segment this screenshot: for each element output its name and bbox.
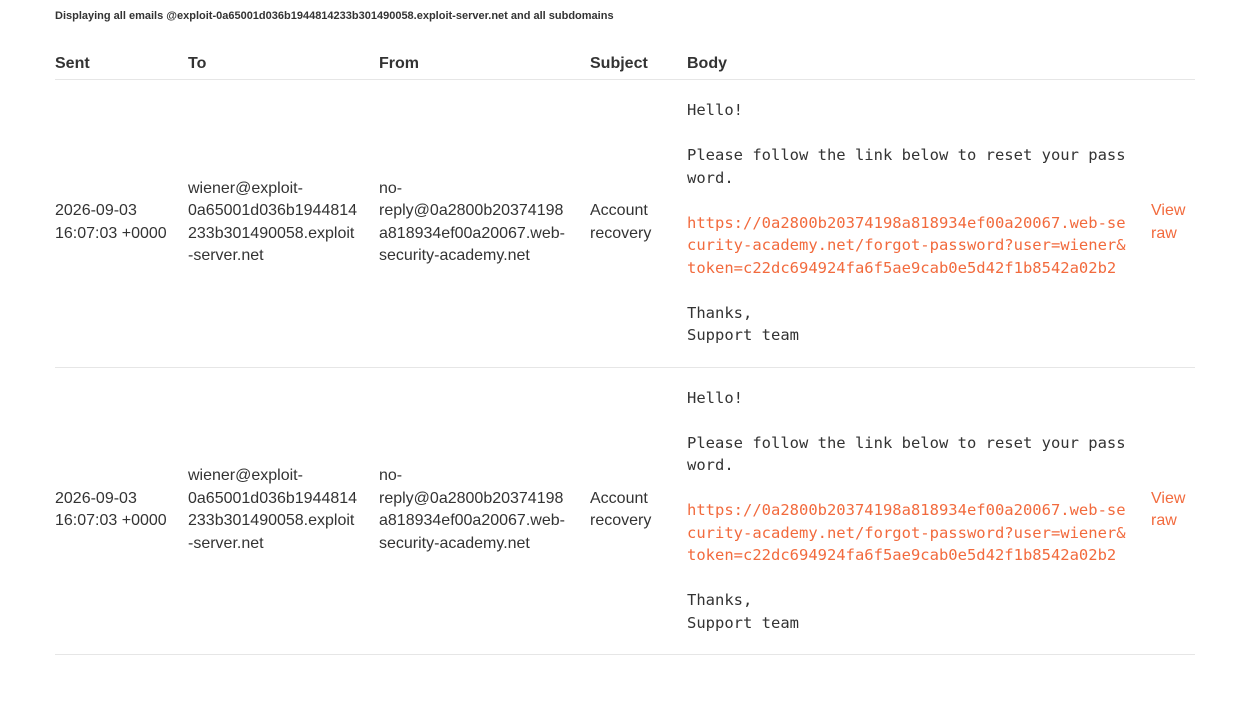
email-body-signoff: Thanks, <box>687 591 753 609</box>
email-body-signoff: Thanks, <box>687 303 753 322</box>
email-subject: Account recovery <box>590 79 687 368</box>
email-subject: Account recovery <box>590 367 687 655</box>
email-sent-time: 2026-09-03 16:07:03 +0000 <box>55 367 188 655</box>
email-body-greeting: Hello! <box>687 101 743 119</box>
email-body-instruction: Please follow the link below to reset yo… <box>687 433 1126 475</box>
column-header-sent: Sent <box>55 46 188 80</box>
email-filter-banner: Displaying all emails @exploit-0a65001d0… <box>55 10 614 22</box>
email-body: Hello! Please follow the link below to r… <box>687 79 1151 368</box>
emails-table: Sent To From Subject Body 2026-09-03 16:… <box>55 46 1195 655</box>
column-header-body: Body <box>687 46 1151 80</box>
view-raw-link[interactable]: View raw <box>1151 490 1185 530</box>
table-row: 2026-09-03 16:07:03 +0000 wiener@exploit… <box>55 79 1195 368</box>
email-sender: no-reply@0a2800b20374198a818934ef00a2006… <box>379 79 590 368</box>
email-actions: View raw <box>1151 79 1195 368</box>
column-header-subject: Subject <box>590 46 687 80</box>
email-sender: no-reply@0a2800b20374198a818934ef00a2006… <box>379 367 590 655</box>
email-recipient: wiener@exploit-0a65001d036b1944814233b30… <box>188 367 379 655</box>
table-header-row: Sent To From Subject Body <box>55 46 1195 80</box>
email-body-instruction: Please follow the link below to reset yo… <box>687 146 1126 187</box>
password-reset-link[interactable]: https://0a2800b20374198a818934ef00a20067… <box>687 501 1126 564</box>
table-row: 2026-09-03 16:07:03 +0000 wiener@exploit… <box>55 367 1195 655</box>
column-header-to: To <box>188 46 379 80</box>
column-header-actions <box>1151 46 1195 80</box>
email-body-signature: Support team <box>687 326 799 344</box>
email-actions: View raw <box>1151 367 1195 655</box>
password-reset-link[interactable]: https://0a2800b20374198a818934ef00a20067… <box>687 214 1126 277</box>
email-body-greeting: Hello! <box>687 388 743 407</box>
email-body: Hello! Please follow the link below to r… <box>687 367 1151 655</box>
email-sent-time: 2026-09-03 16:07:03 +0000 <box>55 79 188 368</box>
email-body-signature: Support team <box>687 613 799 632</box>
view-raw-link[interactable]: View raw <box>1151 202 1185 242</box>
column-header-from: From <box>379 46 590 80</box>
email-recipient: wiener@exploit-0a65001d036b1944814233b30… <box>188 79 379 368</box>
